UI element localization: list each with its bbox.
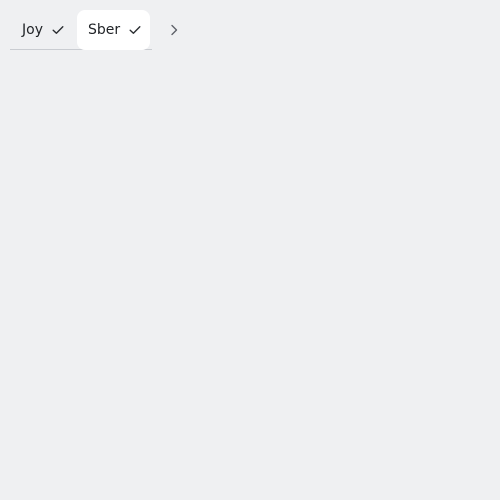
check-icon <box>129 26 141 34</box>
tab-label: Joy <box>22 22 43 38</box>
tab-bar: Joy Sber <box>10 10 178 50</box>
chevron-right-icon <box>171 24 178 36</box>
tab-label: Sber <box>88 22 121 38</box>
check-icon <box>52 26 64 34</box>
scroll-next-button[interactable] <box>160 10 188 50</box>
tab-joy[interactable]: Joy <box>10 10 77 50</box>
page: Joy Sber <box>0 0 500 500</box>
tab-sber[interactable]: Sber <box>77 10 150 50</box>
